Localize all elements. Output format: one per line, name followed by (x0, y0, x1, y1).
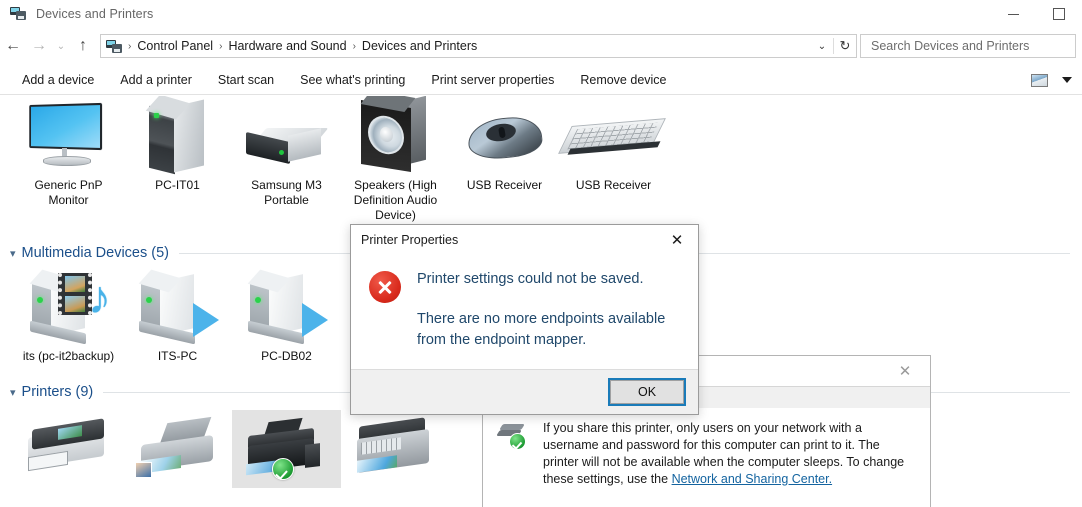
media-server-film-music-icon: ♪ (14, 269, 123, 347)
add-a-device-button[interactable]: Add a device (9, 69, 107, 91)
group-title: Multimedia Devices (5) (21, 245, 169, 261)
back-button[interactable]: ← (0, 33, 26, 59)
see-whats-printing-button[interactable]: See what's printing (287, 69, 418, 91)
printer-properties-error-dialog: Printer Properties ✕ Printer settings co… (350, 224, 699, 415)
device-item-its-pc[interactable]: ITS-PC (123, 269, 232, 364)
device-label: its (pc-it2backup) (22, 349, 115, 363)
add-a-printer-button[interactable]: Add a printer (107, 69, 205, 91)
view-layout-icon[interactable] (1031, 73, 1048, 87)
close-icon[interactable]: ✕ (888, 360, 922, 382)
print-server-properties-button[interactable]: Print server properties (418, 69, 567, 91)
device-label: Speakers (High Definition Audio Device) (353, 178, 438, 222)
device-item-usb-receiver-keyboard[interactable]: USB Receiver (558, 98, 668, 223)
device-label: ITS-PC (157, 349, 198, 363)
device-item-samsung-m3-portable[interactable]: Samsung M3 Portable (232, 98, 341, 223)
printer-multifunction-icon (341, 410, 450, 488)
close-icon[interactable]: ✕ (656, 225, 698, 255)
device-label: PC-DB02 (261, 349, 312, 363)
remove-device-button[interactable]: Remove device (567, 69, 679, 91)
media-server-play-icon (123, 269, 232, 347)
device-label: USB Receiver (466, 178, 543, 192)
printer-inkjet-icon (123, 410, 232, 488)
title-bar: Devices and Printers (0, 0, 1082, 28)
default-printer-check-icon (272, 458, 294, 480)
dialog-message-primary: Printer settings could not be saved. (417, 271, 644, 287)
breadcrumb-separator: › (219, 40, 223, 52)
ok-button[interactable]: OK (608, 378, 686, 406)
printer-item-4[interactable] (341, 410, 450, 488)
monitor-icon (14, 98, 123, 176)
device-item-generic-pnp-monitor[interactable]: Generic PnP Monitor (14, 98, 123, 223)
chevron-down-icon[interactable]: ▾ (10, 247, 16, 260)
start-scan-button[interactable]: Start scan (205, 69, 287, 91)
up-button[interactable]: ↑ (70, 33, 96, 59)
recent-locations-button[interactable]: ⌄ (52, 33, 70, 59)
error-x-icon (369, 271, 401, 303)
device-label: USB Receiver (575, 178, 652, 192)
computer-tower-icon (123, 96, 232, 176)
printer-item-1[interactable] (14, 410, 123, 488)
address-bar: ← → ⌄ ↑ › Control Panel › Hardware and S… (0, 32, 1082, 60)
minimize-button[interactable] (990, 0, 1036, 28)
breadcrumb-dropdown-icon[interactable]: ⌄ (811, 41, 833, 52)
refresh-icon[interactable]: ↻ (833, 38, 856, 54)
breadcrumb-item-hardware-and-sound[interactable]: Hardware and Sound (224, 39, 350, 53)
shared-printer-icon (496, 422, 531, 452)
device-item-its-pc-it2backup[interactable]: ♪ its (pc-it2backup) (14, 269, 123, 364)
breadcrumb-item-devices-and-printers[interactable]: Devices and Printers (358, 39, 481, 53)
chevron-down-icon[interactable] (1062, 77, 1072, 83)
printer-item-3-selected[interactable] (232, 410, 341, 488)
forward-button[interactable]: → (26, 33, 52, 59)
breadcrumb[interactable]: › Control Panel › Hardware and Sound › D… (100, 34, 857, 58)
printer-ecotank-icon (232, 410, 341, 488)
printer-item-2[interactable] (123, 410, 232, 488)
dialog-body: Printer settings could not be saved. The… (351, 255, 698, 351)
search-input[interactable] (869, 38, 1075, 54)
device-label: Generic PnP Monitor (34, 178, 103, 207)
sharing-panel: If you share this printer, only users on… (483, 408, 930, 488)
dialog-message-secondary: There are no more endpoints available fr… (417, 311, 666, 348)
device-row-devices: Generic PnP Monitor PC-IT01 Samsung M3 P… (0, 96, 1082, 223)
device-label: PC-IT01 (155, 178, 200, 192)
device-item-pc-db02[interactable]: PC-DB02 (232, 269, 341, 364)
search-box[interactable] (860, 34, 1076, 58)
devices-and-printers-icon (10, 6, 28, 22)
breadcrumb-separator: › (352, 40, 356, 52)
mouse-icon (450, 98, 559, 176)
dialog-footer: OK (351, 369, 698, 414)
breadcrumb-devices-icon (106, 39, 123, 54)
window-controls (990, 0, 1082, 28)
media-server-play-icon (232, 269, 341, 347)
device-item-usb-receiver-mouse[interactable]: USB Receiver (450, 98, 559, 223)
device-label: Samsung M3 Portable (251, 178, 322, 207)
breadcrumb-item-control-panel[interactable]: Control Panel (133, 39, 217, 53)
chevron-down-icon[interactable]: ▾ (10, 386, 16, 399)
command-bar: Add a device Add a printer Start scan Se… (0, 66, 1082, 95)
window-title: Devices and Printers (36, 7, 154, 21)
device-item-speakers[interactable]: Speakers (High Definition Audio Device) (341, 96, 450, 223)
dialog-title: Printer Properties (361, 233, 459, 247)
keyboard-icon (558, 98, 668, 176)
sharing-description: If you share this printer, only users on… (543, 420, 915, 488)
device-item-pc-it01[interactable]: PC-IT01 (123, 96, 232, 223)
network-and-sharing-center-link[interactable]: Network and Sharing Center. (672, 472, 833, 486)
external-hard-drive-icon (232, 98, 341, 176)
breadcrumb-separator: › (128, 40, 132, 52)
maximize-button[interactable] (1036, 0, 1082, 28)
speaker-icon (341, 96, 450, 176)
group-title: Printers (9) (21, 384, 94, 400)
printer-flatbed-icon (14, 410, 123, 488)
